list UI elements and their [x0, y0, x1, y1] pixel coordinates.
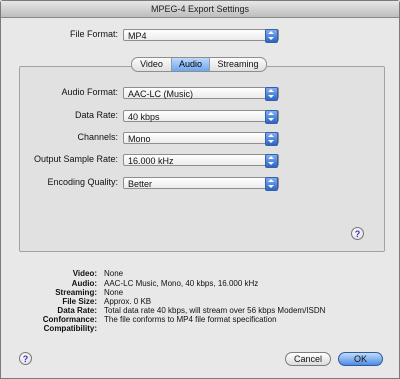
- ok-button[interactable]: OK: [338, 352, 383, 366]
- summary-file-size-label: File Size:: [62, 297, 97, 306]
- tab-bar: Video Audio Streaming: [131, 57, 267, 72]
- sample-rate-label: Output Sample Rate:: [33, 154, 118, 164]
- data-rate-label: Data Rate:: [74, 110, 118, 120]
- popup-arrows-icon: [265, 110, 278, 124]
- summary-audio-value: AAC-LC Music, Mono, 40 kbps, 16.000 kHz: [104, 279, 259, 288]
- encoding-quality-value: Better: [128, 179, 153, 189]
- window-title: MPEG-4 Export Settings: [1, 1, 399, 18]
- popup-arrows-icon: [265, 154, 278, 168]
- data-rate-value: 40 kbps: [128, 112, 160, 122]
- encoding-quality-popup[interactable]: Better: [123, 177, 279, 191]
- file-format-value: MP4: [128, 31, 147, 41]
- summary-streaming-value: None: [104, 288, 124, 297]
- summary-data-rate-label: Data Rate:: [57, 306, 97, 315]
- encoding-quality-label: Encoding Quality:: [47, 177, 118, 187]
- summary-data-rate-value: Total data rate 40 kbps, will stream ove…: [104, 306, 326, 315]
- popup-arrows-icon: [265, 177, 278, 191]
- data-rate-popup[interactable]: 40 kbps: [123, 110, 279, 124]
- dialog-help-button[interactable]: ?: [19, 352, 32, 365]
- tab-streaming[interactable]: Streaming: [210, 58, 266, 71]
- channels-value: Mono: [128, 134, 151, 144]
- summary-streaming-label: Streaming:: [55, 288, 97, 297]
- popup-arrows-icon: [265, 132, 278, 146]
- summary-compatibility-label: Compatibility:: [43, 324, 97, 333]
- popup-arrows-icon: [265, 29, 278, 43]
- summary-video-label: Video:: [72, 269, 97, 278]
- cancel-button[interactable]: Cancel: [285, 352, 331, 366]
- sample-rate-popup[interactable]: 16.000 kHz: [123, 154, 279, 168]
- summary-video-value: None: [104, 269, 124, 278]
- audio-format-label: Audio Format:: [61, 87, 118, 97]
- summary-file-size-value: Approx. 0 KB: [104, 297, 152, 306]
- file-format-popup[interactable]: MP4: [123, 29, 279, 43]
- summary-audio-label: Audio:: [71, 279, 97, 288]
- file-format-label: File Format:: [69, 29, 118, 39]
- export-settings-window: MPEG-4 Export Settings File Format: MP4 …: [0, 0, 400, 379]
- popup-arrows-icon: [265, 87, 278, 101]
- tab-video[interactable]: Video: [132, 58, 172, 71]
- channels-popup[interactable]: Mono: [123, 132, 279, 146]
- audio-format-popup[interactable]: AAC-LC (Music): [123, 87, 279, 101]
- sample-rate-value: 16.000 kHz: [128, 156, 174, 166]
- panel-help-button[interactable]: ?: [351, 227, 364, 240]
- audio-format-value: AAC-LC (Music): [128, 89, 194, 99]
- tab-audio[interactable]: Audio: [172, 58, 210, 71]
- summary-conformance-value: The file conforms to MP4 file format spe…: [104, 315, 277, 324]
- channels-label: Channels:: [77, 132, 118, 142]
- summary-conformance-label: Conformance:: [42, 315, 97, 324]
